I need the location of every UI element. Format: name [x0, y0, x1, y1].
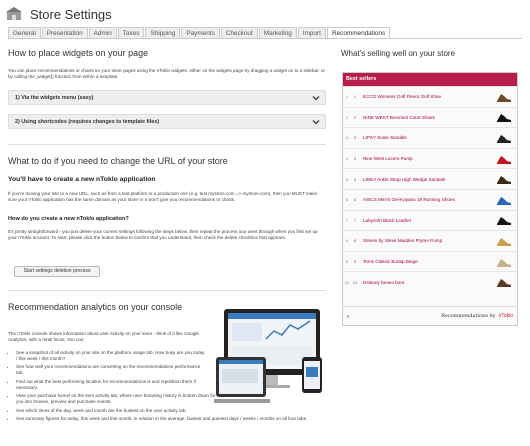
tab-shipping[interactable]: Shipping: [145, 27, 181, 38]
product-link[interactable]: Nine West Lucero Pump: [359, 156, 495, 161]
tab-admin[interactable]: Admin: [88, 27, 117, 38]
url-paragraph-1: If you're moving your site to a new URL,…: [8, 191, 318, 203]
accordion-label: 2) Using shortcodes (requires changes to…: [15, 119, 160, 125]
position-number: 2: [353, 114, 357, 120]
position-number: 1: [353, 94, 357, 100]
position-number: 4: [353, 156, 357, 162]
shoe-icon: [497, 134, 511, 143]
shoe-icon: [497, 93, 511, 102]
accordion-widgets-menu[interactable]: 1) Via the widgets menu (easy): [8, 90, 326, 105]
url-paragraph-2: It's pretty straightforward - you just d…: [8, 229, 318, 241]
ntoklo-logo: nToklo: [498, 313, 513, 319]
shoe-icon: [497, 176, 511, 185]
list-item: 5 5 LINEA Ankle Strap High Wedge Sandals: [343, 168, 517, 189]
url-subheading: You'll have to create a new nToklo appli…: [8, 176, 156, 183]
sidebar-title: What's selling well on your store: [341, 49, 456, 58]
rank-number: 6: [345, 197, 349, 203]
tab-presentation[interactable]: Presentation: [41, 27, 88, 38]
shoe-icon: [497, 217, 511, 226]
sidebar: What's selling well on your store: [341, 49, 519, 58]
position-number: 10: [352, 279, 358, 285]
shoe-icon: [497, 155, 511, 164]
rank-number: 3: [345, 135, 349, 141]
shoe-icon: [497, 237, 511, 246]
rank-number: 1: [345, 94, 349, 100]
page-title: Store Settings: [30, 6, 112, 22]
list-item: 6 6 ASICS Men's Gel-Kayano 19 Running Shoe…: [343, 188, 517, 210]
bestsellers-panel: Best sellers 1 1 ECCO Womens Golf Flexor G…: [342, 72, 518, 326]
list-item: 8 8 Steven by Steve Madden Pryme Pump: [343, 230, 517, 251]
rank-number: 5: [345, 176, 349, 182]
widgets-intro: You can place recommendations or charts …: [8, 68, 325, 80]
tab-divider: [8, 38, 522, 39]
tab-payments[interactable]: Payments: [181, 27, 220, 38]
list-item: 10 10 Delaney beano boot: [343, 271, 517, 292]
position-number: 5: [353, 176, 357, 182]
position-number: 9: [353, 259, 357, 265]
recommendations-by-label: Recommendations by: [441, 313, 496, 319]
panel-footer: # Recommendations by nToklo: [343, 306, 517, 325]
url-heading: What to do if you need to change the URL…: [8, 156, 228, 166]
list-item: 1 1 ECCO Womens Golf Flexor Golf Shoe: [343, 86, 517, 107]
bestsellers-header: Best sellers: [343, 73, 517, 86]
tab-marketing[interactable]: Marketing: [258, 27, 297, 38]
list-item: View your purchase funnel on the item ac…: [16, 393, 216, 405]
url-subheading-2: How do you create a new nToklo applicati…: [8, 216, 129, 222]
shoe-icon: [497, 196, 511, 205]
tab-bar: General Presentation Admin Taxes Shippin…: [8, 27, 391, 38]
list-item: See how well your recommendations are co…: [16, 364, 206, 376]
chevron-down-icon: [312, 120, 320, 125]
header: Store Settings: [6, 4, 112, 24]
tab-checkout[interactable]: Checkout: [220, 27, 258, 38]
rank-number: 10: [344, 279, 350, 285]
list-item: 3 3 LIPSY Susie Sandals: [343, 127, 517, 148]
product-link[interactable]: Steven by Steve Madden Pryme Pump: [359, 238, 495, 243]
tab-recommendations[interactable]: Recommendations: [326, 27, 391, 38]
footer-rank-label: #: [347, 313, 350, 319]
product-link[interactable]: Delaney beano boot: [359, 280, 495, 285]
rank-number: 4: [345, 156, 349, 162]
position-number: 8: [353, 238, 357, 244]
shoe-icon: [497, 114, 511, 123]
list-item: See a snapshot of all activity on your s…: [16, 350, 206, 362]
product-link[interactable]: NINE WEST Bronnie3 Court Shoes: [359, 115, 495, 120]
product-link[interactable]: LINEA Ankle Strap High Wedge Sandals: [359, 177, 495, 182]
list-item: 9 9 Toms Classic Burlap Beige: [343, 250, 517, 272]
shoe-icon: [497, 279, 511, 288]
list-item: 2 2 NINE WEST Bronnie3 Court Shoes: [343, 106, 517, 128]
list-item: 4 4 Nine West Lucero Pump: [343, 147, 517, 169]
position-number: 7: [353, 217, 357, 223]
shoe-icon: [497, 258, 511, 267]
widgets-heading: How to place widgets on your page: [8, 48, 149, 58]
product-link[interactable]: Labyrinth Black Leather: [359, 218, 495, 223]
tab-general[interactable]: General: [8, 27, 41, 38]
rank-number: 9: [345, 259, 349, 265]
rank-number: 8: [345, 238, 349, 244]
product-link[interactable]: ASICS Men's Gel-Kayano 19 Running Shoes: [359, 197, 495, 202]
analytics-heading: Recommendation analytics on your console: [8, 302, 183, 312]
position-number: 6: [353, 197, 357, 203]
analytics-intro: The nToklo console shows information abo…: [8, 331, 199, 343]
chevron-down-icon: [312, 96, 320, 101]
position-number: 3: [353, 135, 357, 141]
store-icon: [6, 7, 22, 20]
tab-taxes[interactable]: Taxes: [117, 27, 145, 38]
devices-illustration: [214, 309, 322, 403]
product-link[interactable]: ECCO Womens Golf Flexor Golf Shoe: [359, 94, 495, 99]
divider: [8, 290, 326, 291]
accordion-shortcodes[interactable]: 2) Using shortcodes (requires changes to…: [8, 114, 326, 129]
rank-number: 7: [345, 217, 349, 223]
product-link[interactable]: LIPSY Susie Sandals: [359, 135, 495, 140]
product-link[interactable]: Toms Classic Burlap Beige: [359, 259, 495, 264]
rank-number: 2: [345, 114, 349, 120]
bestsellers-list: 1 1 ECCO Womens Golf Flexor Golf Shoe 2 2 NIN…: [343, 86, 517, 292]
tab-import[interactable]: Import: [297, 27, 326, 38]
start-deletion-button[interactable]: Start settings deletion process: [14, 266, 100, 277]
page: Store Settings General Presentation Admi…: [0, 0, 530, 446]
accordion-label: 1) Via the widgets menu (easy): [15, 95, 94, 101]
divider: [8, 144, 326, 145]
list-item: 7 7 Labyrinth Black Leather: [343, 209, 517, 231]
list-item: Find out what the best performing locati…: [16, 379, 206, 391]
